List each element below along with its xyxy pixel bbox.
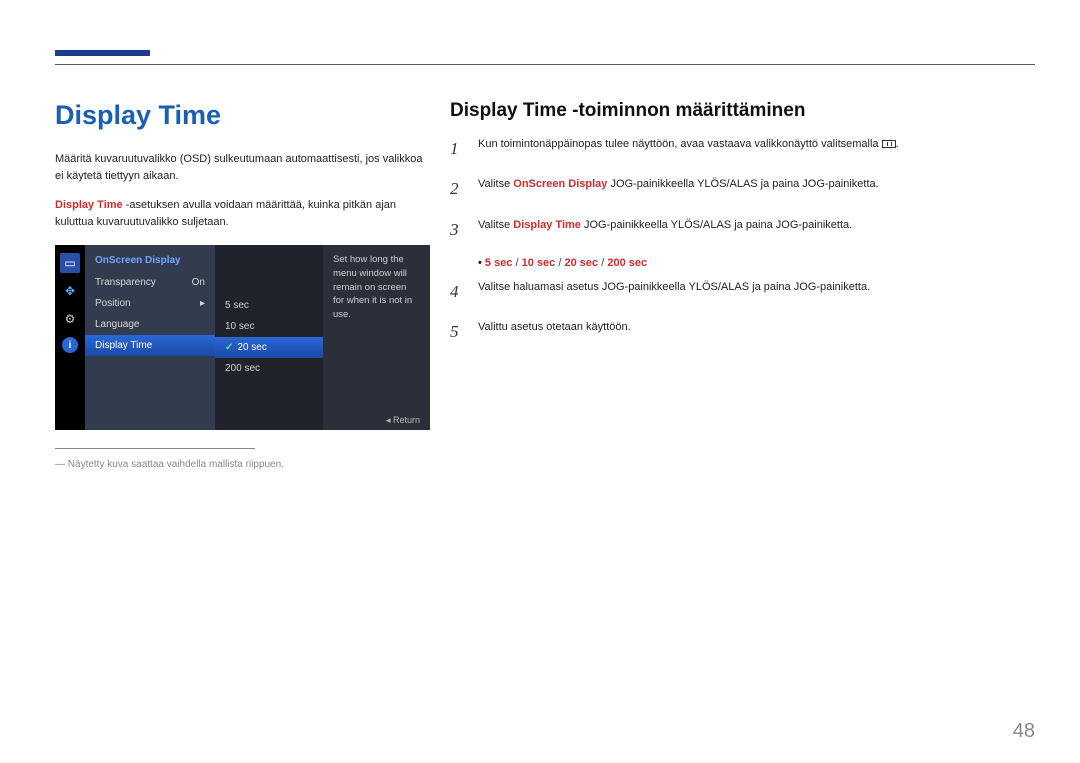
move-icon: ✥	[60, 281, 80, 301]
header-divider	[55, 64, 1035, 65]
monitor-icon: ▭	[60, 253, 80, 273]
step-5-body: Valittu asetus otetaan käyttöön.	[478, 319, 1020, 345]
step-number-1: 1	[450, 136, 464, 162]
osd-menu-title: OnScreen Display	[85, 251, 215, 272]
onscreen-display-keyword: OnScreen Display	[513, 178, 607, 190]
step-3: 3 Valitse Display Time JOG-painikkeella …	[450, 217, 1020, 243]
right-title: Display Time -toiminnon määrittäminen	[450, 100, 1020, 122]
footnote-divider	[55, 448, 255, 449]
osd-sidebar-icons: ▭ ✥ ⚙ i	[55, 245, 85, 430]
step-number-4: 4	[450, 279, 464, 305]
options-list: • 5 sec / 10 sec / 20 sec / 200 sec	[478, 257, 1020, 269]
section-title: Display Time	[55, 100, 430, 131]
osd-opt-5sec: 5 sec	[215, 295, 323, 316]
step-5: 5 Valittu asetus otetaan käyttöön.	[450, 319, 1020, 345]
step-4-body: Valitse haluamasi asetus JOG-painikkeell…	[478, 279, 1020, 305]
step-4: 4 Valitse haluamasi asetus JOG-painikkee…	[450, 279, 1020, 305]
osd-return-label: Return	[386, 415, 420, 426]
right-column: Display Time -toiminnon määrittäminen 1 …	[450, 100, 1020, 360]
osd-opt-10sec: 10 sec	[215, 316, 323, 337]
display-time-keyword: Display Time	[55, 199, 123, 211]
step-2-body: Valitse OnScreen Display JOG-painikkeell…	[478, 176, 1020, 202]
osd-submenu: 5 sec 10 sec 20 sec 200 sec	[215, 245, 323, 430]
intro-paragraph-1: Määritä kuvaruutuvalikko (OSD) sulkeutum…	[55, 151, 430, 185]
osd-row-display-time: Display Time	[85, 335, 215, 356]
left-column: Display Time Määritä kuvaruutuvalikko (O…	[55, 100, 430, 470]
intro-paragraph-2: Display Time -asetuksen avulla voidaan m…	[55, 197, 430, 231]
footnote-text: Näytetty kuva saattaa vaihdella mallista…	[55, 459, 430, 470]
osd-screenshot: ▭ ✥ ⚙ i OnScreen Display Transparency On…	[55, 245, 430, 430]
gear-icon: ⚙	[60, 309, 80, 329]
step-number-3: 3	[450, 217, 464, 243]
osd-row-position: Position ▸	[85, 293, 215, 314]
osd-row-transparency: Transparency On	[85, 272, 215, 293]
step-number-2: 2	[450, 176, 464, 202]
step-3-body: Valitse Display Time JOG-painikkeella YL…	[478, 217, 1020, 243]
osd-row-language: Language	[85, 314, 215, 335]
osd-opt-200sec: 200 sec	[215, 358, 323, 379]
menu-icon	[882, 140, 896, 148]
header-accent-bar	[55, 50, 150, 56]
step-1: 1 Kun toimintonäppäinopas tulee näyttöön…	[450, 136, 1020, 162]
osd-opt-20sec: 20 sec	[215, 337, 323, 358]
step-2: 2 Valitse OnScreen Display JOG-painikkee…	[450, 176, 1020, 202]
step-1-body: Kun toimintonäppäinopas tulee näyttöön, …	[478, 136, 1020, 162]
info-icon: i	[62, 337, 78, 353]
osd-main-menu: OnScreen Display Transparency On Positio…	[85, 245, 215, 430]
page-number: 48	[1013, 720, 1035, 743]
osd-description: Set how long the menu window will remain…	[323, 245, 430, 430]
display-time-keyword-2: Display Time	[513, 219, 581, 231]
step-number-5: 5	[450, 319, 464, 345]
